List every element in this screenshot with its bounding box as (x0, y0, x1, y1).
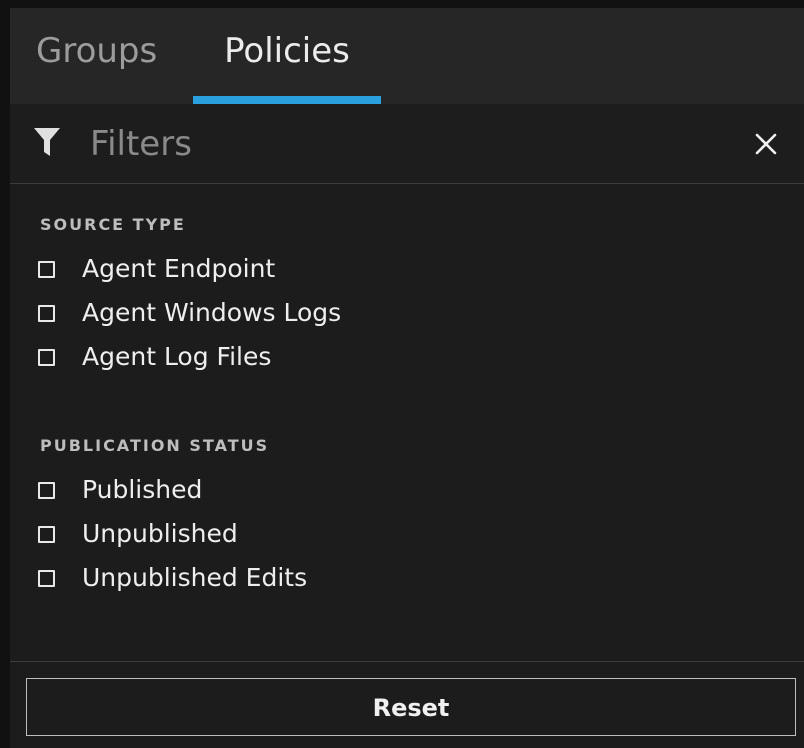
option-label: Unpublished Edits (82, 563, 308, 592)
option-label: Published (82, 475, 203, 504)
checkbox[interactable] (38, 570, 55, 587)
filters-header: Filters (10, 104, 804, 184)
publication-status-heading: PUBLICATION STATUS (40, 436, 270, 455)
checkbox[interactable] (38, 482, 55, 499)
tab-bar: Groups Policies (10, 8, 804, 104)
source-type-heading: SOURCE TYPE (40, 215, 186, 234)
checkbox[interactable] (38, 526, 55, 543)
tab-policies[interactable]: Policies (193, 8, 381, 104)
window: Groups Policies Filters SOURCE TYPE Agen… (0, 0, 804, 748)
option-label: Agent Windows Logs (82, 298, 342, 327)
reset-button[interactable]: Reset (26, 678, 796, 736)
option-label: Unpublished (82, 519, 238, 548)
filters-panel: Groups Policies Filters SOURCE TYPE Agen… (10, 8, 804, 748)
active-tab-indicator (193, 96, 381, 104)
checkbox[interactable] (38, 305, 55, 322)
checkbox[interactable] (38, 349, 55, 366)
checkbox[interactable] (38, 261, 55, 278)
close-icon[interactable] (752, 130, 780, 158)
funnel-icon (34, 128, 60, 156)
option-label: Agent Log Files (82, 342, 272, 371)
tab-groups[interactable]: Groups (36, 8, 172, 104)
option-label: Agent Endpoint (82, 254, 276, 283)
footer-divider (10, 661, 804, 662)
filters-title: Filters (90, 124, 192, 164)
